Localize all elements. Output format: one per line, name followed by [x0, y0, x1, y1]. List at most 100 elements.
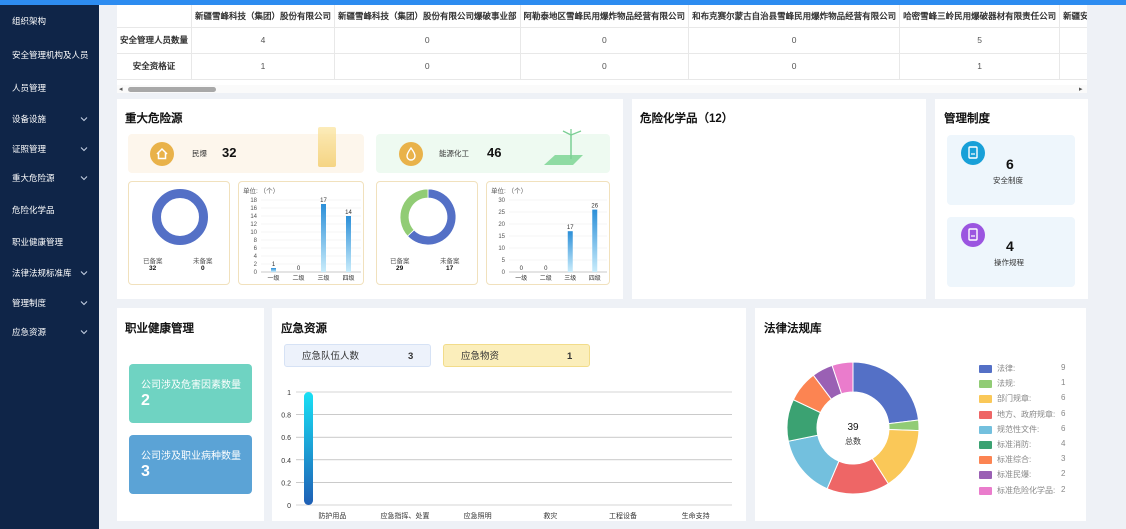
sidebar-item-label: 安全管理机构及人员 — [12, 50, 89, 60]
occupational-health-panel: 职业健康管理 公司涉及危害因素数量 2 公司涉及职业病种数量 3 — [117, 308, 264, 521]
table-cell: 5 — [899, 27, 1061, 54]
sidebar-item-label: 组织架构 — [12, 16, 47, 26]
bar — [271, 268, 276, 272]
legend-label: 标准消防: — [997, 440, 1032, 449]
hazard-factors-value: 2 — [141, 392, 150, 409]
y-tick-label: 8 — [254, 238, 258, 244]
occupational-disease-label: 公司涉及职业病种数量 — [141, 451, 241, 462]
x-tick-label: 救灾 — [543, 511, 557, 520]
occupational-disease-card[interactable]: 公司涉及职业病种数量 3 — [129, 435, 252, 494]
emergency-resources-panel: 应急资源 应急队伍人数 3 应急物资 1 0 0.2 0.4 0.6 0.8 1 防护用品 应… — [272, 308, 746, 521]
donut-slice — [399, 188, 429, 237]
y-tick-label: 0 — [254, 270, 258, 276]
sidebar-item[interactable]: 组织架构 — [12, 10, 96, 32]
sidebar-item[interactable]: 安全管理机构及人员 — [12, 44, 96, 66]
y-tick-label: 2 — [254, 262, 258, 268]
data-label: 1 — [272, 262, 276, 268]
unfiled-label: 未备案 — [193, 258, 213, 265]
x-tick-label: 三级 — [317, 274, 329, 282]
chevron-down-icon — [80, 271, 88, 276]
legend-label: 标准综合: — [997, 455, 1032, 465]
hazardous-chemicals-panel: 危险化学品（12） — [632, 99, 926, 299]
company-personnel-table: 新疆雪峰科技（集团）股份有限公司 新疆雪峰科技（集团）股份有限公司爆破事业部 阿勒泰… — [117, 5, 1087, 92]
emergency-supplies-pill[interactable]: 应急物资 1 — [443, 344, 590, 367]
sidebar: 组织架构安全管理机构及人员人员管理设备设施证照管理重大危险源危险化学品职业健康管… — [0, 5, 99, 529]
chevron-down-icon — [80, 301, 88, 306]
data-label: 0 — [544, 266, 548, 272]
panel-title: 法律法规库 — [764, 323, 822, 335]
filing-donut-chart-1 — [152, 189, 208, 245]
data-label: 17 — [567, 225, 574, 231]
bar — [346, 216, 351, 272]
level-bar-card-1: 单位: （个） 0 2 4 6 8 10 12 14 16 18 1 一级 0 二级 17 三级 14 四级 — [238, 181, 364, 285]
legend-label: 法律: — [997, 364, 1016, 373]
sidebar-item[interactable]: 证照管理 — [12, 138, 96, 160]
data-label: 14 — [345, 210, 352, 216]
legend-value: 9 — [1061, 363, 1066, 372]
sidebar-item[interactable]: 设备设施 — [12, 108, 96, 130]
management-system-panel: 管理制度 6 安全制度 4 操作规程 — [935, 99, 1088, 299]
y-tick-label: 10 — [498, 246, 505, 252]
law-library-panel: 法律法规库 39 总数 法律: 9 法规: 1 部门规章: 6 地方、政府规章: 6 规范性文件… — [755, 308, 1086, 521]
y-tick-label: 14 — [250, 214, 257, 220]
sidebar-item[interactable]: 职业健康管理 — [12, 231, 96, 253]
unfiled-value: 17 — [446, 265, 454, 272]
table-row-header: 安全管理人员数量 — [117, 27, 193, 54]
sidebar-item[interactable]: 人员管理 — [12, 77, 96, 99]
legend-value: 2 — [1061, 484, 1066, 494]
emergency-team-pill[interactable]: 应急队伍人数 3 — [284, 344, 431, 367]
y-tick-label: 0 — [502, 270, 506, 276]
x-tick-label: 生命支持 — [682, 511, 710, 520]
y-tick-label: 6 — [254, 246, 258, 252]
horizontal-scrollbar[interactable] — [117, 85, 1087, 93]
level-bar-chart-1: 0 2 4 6 8 10 12 14 16 18 1 一级 0 二级 17 三级 14 四级 — [250, 198, 361, 282]
emergency-supplies-bar-chart: 0 0.2 0.4 0.6 0.8 1 防护用品 应急指挥、处置 应急照明 救灾 工程设备 生命支持 — [281, 390, 732, 520]
data-label: 26 — [591, 204, 598, 210]
filing-donut-card-1: 已备案 未备案 32 0 — [128, 181, 230, 285]
unfiled-label: 未备案 — [440, 258, 460, 265]
legend-value: 3 — [1061, 454, 1066, 464]
law-total-label: 总数 — [845, 437, 861, 446]
main-content: 新疆雪峰科技（集团）股份有限公司 新疆雪峰科技（集团）股份有限公司爆破事业部 阿勒泰… — [99, 5, 1126, 529]
safety-rules-value: 6 — [1006, 156, 1014, 172]
y-tick-label: 20 — [498, 222, 505, 228]
chevron-down-icon — [80, 117, 88, 122]
table-cell: 1 — [899, 53, 1061, 80]
table-row: 安全资格证 1 0 0 0 1 — [117, 53, 1087, 80]
emergency-team-label: 应急队伍人数 — [302, 351, 360, 362]
y-tick-label: 4 — [254, 254, 258, 260]
legend-label: 地方、政府规章: — [997, 409, 1056, 419]
safety-rules-card[interactable]: 6 安全制度 — [947, 135, 1075, 205]
filed-value: 32 — [149, 265, 157, 272]
legend-value: 6 — [1061, 393, 1066, 403]
sidebar-item-label: 法律法规标准库 — [12, 268, 72, 278]
level-bar-card-2: 单位: （个） 0 5 10 15 20 25 30 0 一级 0 二级 17 三级 26 四级 — [486, 181, 610, 285]
civil-explosive-stat: 民爆 32 — [128, 127, 364, 173]
occupational-disease-value: 3 — [141, 463, 150, 480]
x-tick-label: 三级 — [564, 274, 576, 282]
sidebar-item[interactable]: 重大危险源 — [12, 167, 96, 189]
y-tick-label: 0.2 — [281, 480, 291, 487]
hazard-factors-card[interactable]: 公司涉及危害因素数量 2 — [129, 364, 252, 423]
x-tick-label: 工程设备 — [609, 511, 637, 520]
emergency-team-value: 3 — [408, 351, 414, 362]
scroll-right-arrow-icon[interactable]: ▸ — [1079, 85, 1083, 93]
operating-procedures-card[interactable]: 4 操作规程 — [947, 217, 1075, 287]
sidebar-item[interactable]: 法律法规标准库 — [12, 262, 96, 284]
table-row-header: 安全资格证 — [117, 53, 193, 80]
legend-swatch — [979, 410, 992, 419]
sidebar-item-label: 证照管理 — [12, 144, 47, 154]
sidebar-item[interactable]: 应急资源 — [12, 321, 96, 343]
data-label: 0 — [520, 266, 524, 272]
document-icon — [961, 141, 985, 165]
horizontal-scrollbar-thumb[interactable] — [128, 87, 216, 92]
emergency-supplies-label: 应急物资 — [461, 351, 500, 362]
y-tick-label: 18 — [250, 198, 257, 204]
scroll-left-arrow-icon[interactable]: ◂ — [119, 85, 123, 93]
donut-slice — [152, 189, 208, 245]
y-tick-label: 0.8 — [281, 413, 291, 420]
sidebar-item[interactable]: 管理制度 — [12, 292, 96, 314]
sidebar-item[interactable]: 危险化学品 — [12, 199, 96, 221]
legend-swatch — [979, 425, 992, 434]
donut-slice — [852, 361, 920, 425]
